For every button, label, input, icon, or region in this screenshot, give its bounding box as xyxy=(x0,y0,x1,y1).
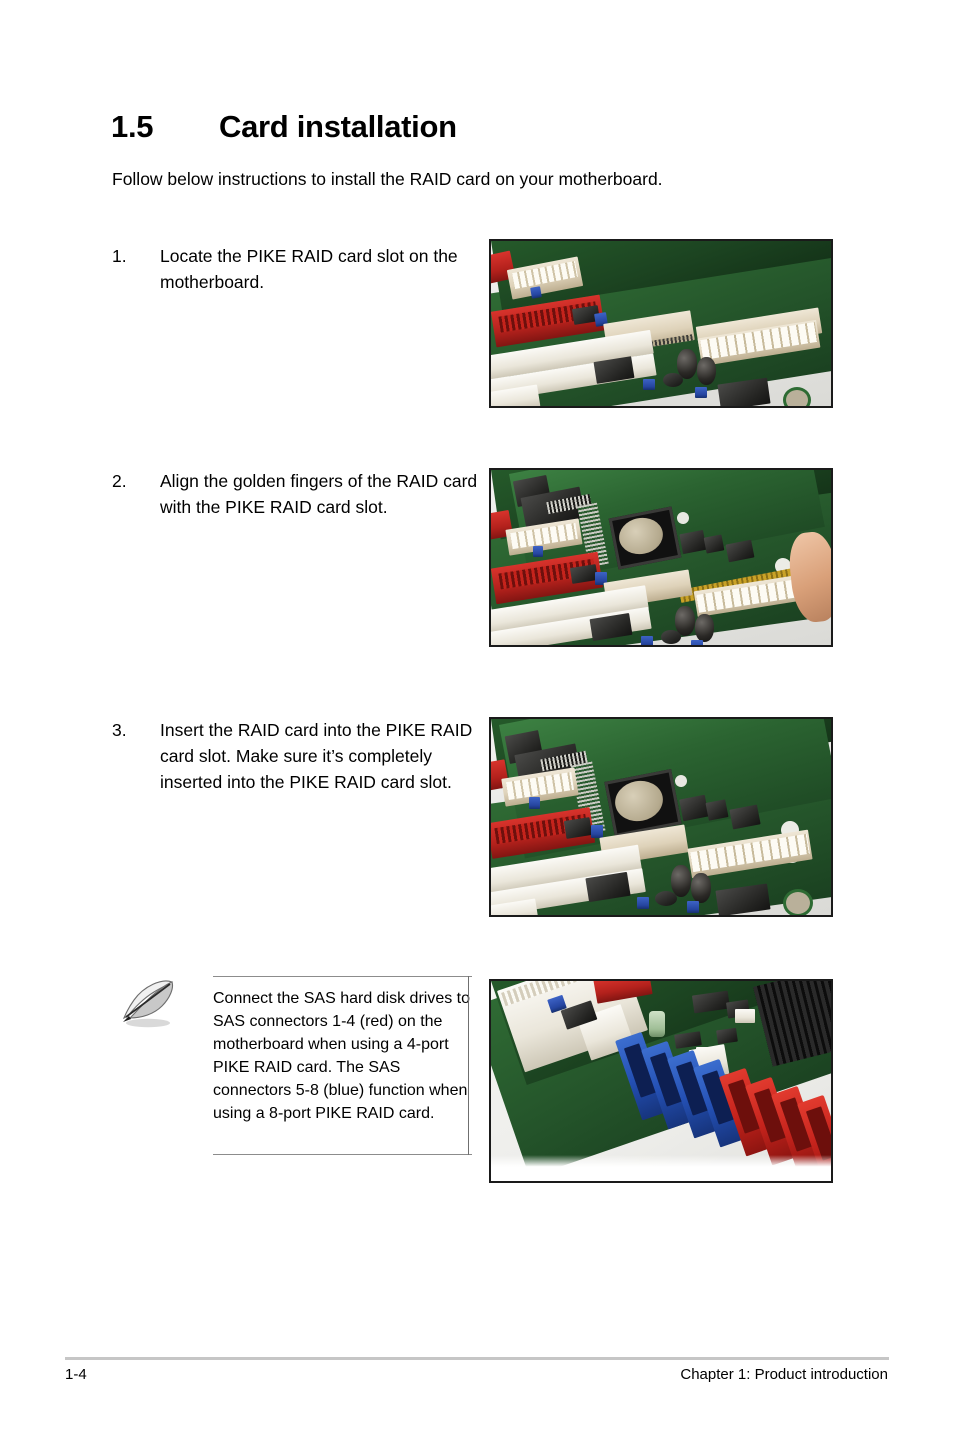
document-page: 1.5 Card installation Follow below instru… xyxy=(0,0,954,1438)
footer-page-number: 1-4 xyxy=(65,1366,87,1383)
note-text: Connect the SAS hard disk drives to SAS … xyxy=(213,990,471,1122)
note-bottom-rule xyxy=(213,1154,472,1155)
note-right-divider xyxy=(468,976,469,1155)
figure-note-sas-connectors xyxy=(489,979,833,1183)
step-item-1: 1. Locate the PIKE RAID card slot on the… xyxy=(112,243,492,295)
note-body: Connect the SAS hard disk drives to SAS … xyxy=(213,976,472,1125)
pencil-note-icon xyxy=(118,976,188,1032)
figure-step-1 xyxy=(489,239,833,408)
note-callout: Connect the SAS hard disk drives to SAS … xyxy=(112,962,472,1162)
figure-step-2 xyxy=(489,468,833,647)
page-title: 1.5 Card installation xyxy=(111,109,811,144)
footer-chapter: Chapter 1: Product introduction xyxy=(680,1366,888,1383)
step-text: Locate the PIKE RAID card slot on the mo… xyxy=(160,246,458,292)
section-title: Card installation xyxy=(219,109,457,144)
step-number: 3. xyxy=(112,720,127,740)
section-number: 1.5 xyxy=(111,109,154,144)
footer-rule xyxy=(65,1357,889,1360)
step-number: 2. xyxy=(112,471,127,491)
figure-step-3 xyxy=(489,717,833,917)
step-item-3: 3. Insert the RAID card into the PIKE RA… xyxy=(112,717,492,795)
step-item-2: 2. Align the golden fingers of the RAID … xyxy=(112,468,492,520)
step-number: 1. xyxy=(112,246,127,266)
step-text: Align the golden fingers of the RAID car… xyxy=(160,471,478,517)
step-text: Insert the RAID card into the PIKE RAID … xyxy=(160,720,473,792)
intro-paragraph: Follow below instructions to install the… xyxy=(112,169,663,189)
